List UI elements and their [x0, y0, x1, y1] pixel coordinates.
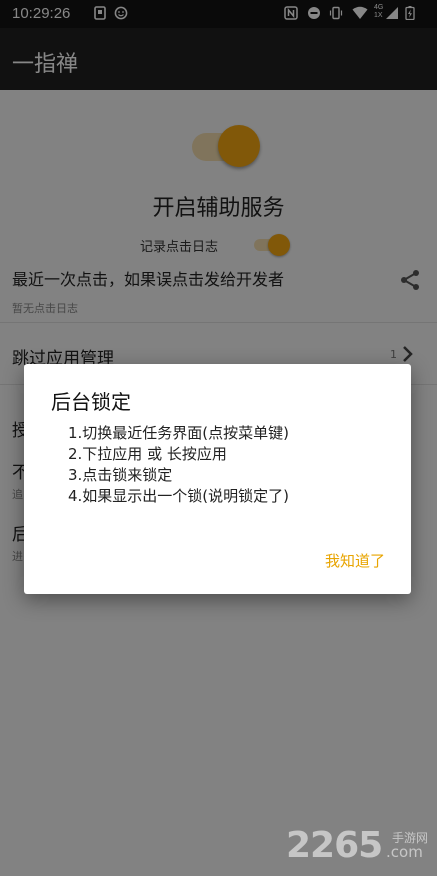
watermark-number: 2265 [286, 825, 383, 866]
instruction-line: 2.下拉应用 或 长按应用 [68, 445, 227, 463]
dialog-title: 后台锁定 [51, 390, 131, 414]
instruction-line: 1.切换最近任务界面(点按菜单键) [68, 424, 290, 442]
watermark-logo: 2265 手游网 .com [286, 825, 436, 866]
dialog-instructions: 1.切换最近任务界面(点按菜单键) 2.下拉应用 或 长按应用 3.点击锁来锁定… [68, 423, 289, 507]
watermark-domain: .com [386, 843, 423, 861]
instruction-line: 4.如果显示出一个锁(说明锁定了) [68, 487, 290, 505]
background-lock-dialog: 后台锁定 1.切换最近任务界面(点按菜单键) 2.下拉应用 或 长按应用 3.点… [24, 364, 411, 594]
instruction-line: 3.点击锁来锁定 [68, 466, 173, 484]
got-it-button[interactable]: 我知道了 [325, 550, 385, 571]
